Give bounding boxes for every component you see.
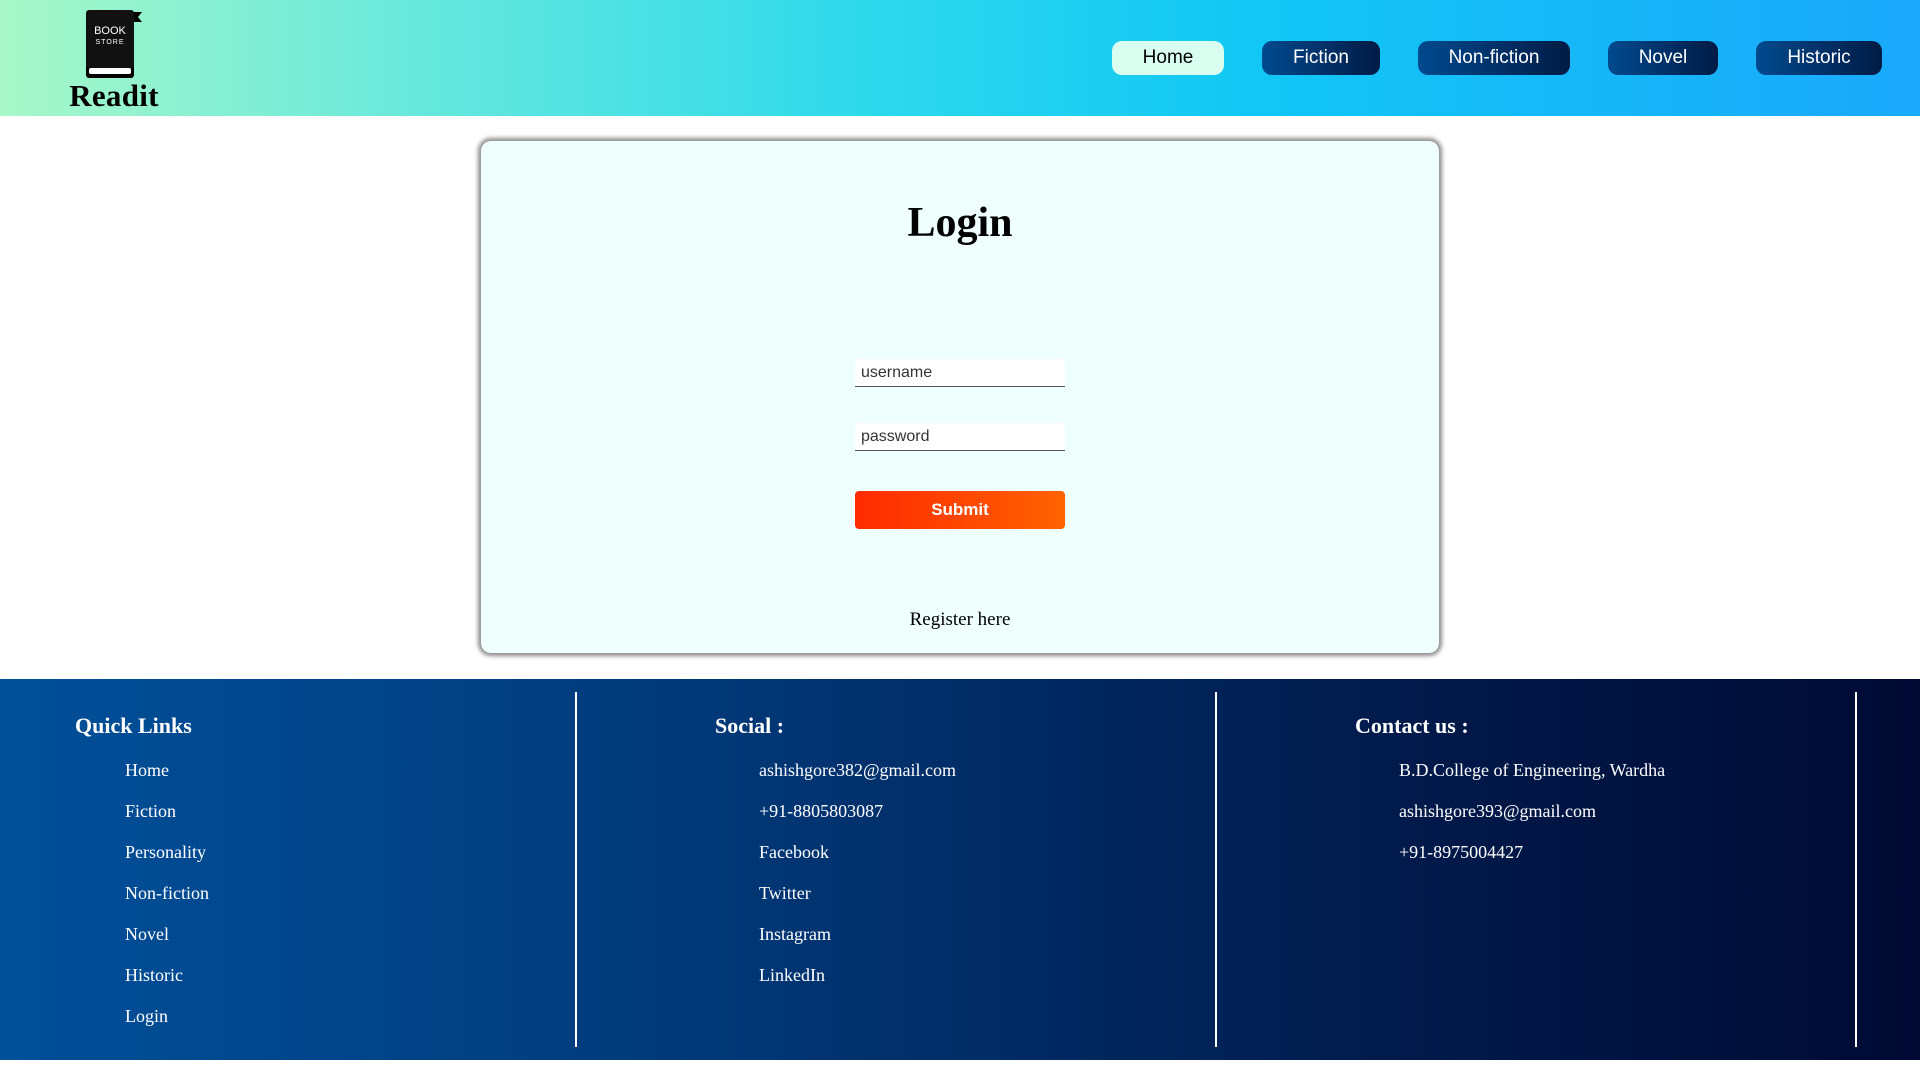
footer-divider xyxy=(1855,692,1857,1047)
site-name: Readit xyxy=(69,78,159,113)
social-twitter[interactable]: Twitter xyxy=(759,883,956,924)
nav-non-fiction[interactable]: Non-fiction xyxy=(1418,41,1570,75)
main-nav: Home Fiction Non-fiction Novel Historic xyxy=(1112,41,1882,75)
login-card: Login Submit Register here xyxy=(481,141,1439,653)
quick-link-personality[interactable]: Personality xyxy=(125,842,209,883)
quick-link-novel[interactable]: Novel xyxy=(125,924,209,965)
nav-novel[interactable]: Novel xyxy=(1608,41,1718,75)
contact-address: B.D.College of Engineering, Wardha xyxy=(1399,760,1666,780)
logo-icon-text-top: BOOK xyxy=(94,25,126,37)
login-title: Login xyxy=(907,200,1013,246)
social-list: ashishgore382@gmail.com +91-8805803087 F… xyxy=(759,760,956,1006)
logo[interactable]: BOOK STORE Readit xyxy=(66,4,162,113)
site-header: BOOK STORE Readit Home Fiction Non-ficti… xyxy=(0,0,1920,116)
quick-link-login[interactable]: Login xyxy=(125,1006,209,1047)
contact-heading: Contact us : xyxy=(1355,713,1469,738)
quick-links-list: Home Fiction Personality Non-fiction Nov… xyxy=(125,760,209,1047)
nav-home[interactable]: Home xyxy=(1112,41,1224,75)
social-facebook[interactable]: Facebook xyxy=(759,842,956,883)
quick-link-historic[interactable]: Historic xyxy=(125,965,209,1006)
social-email[interactable]: ashishgore382@gmail.com xyxy=(759,760,956,801)
username-input[interactable] xyxy=(855,359,1065,387)
contact-email[interactable]: ashishgore393@gmail.com xyxy=(1399,801,1665,842)
book-store-icon: BOOK STORE xyxy=(86,10,142,78)
social-heading: Social : xyxy=(715,713,785,738)
logo-icon-text-bottom: STORE xyxy=(96,39,125,46)
quick-links-heading: Quick Links xyxy=(75,713,192,738)
footer-contact: Contact us : B.D.College of Engineering,… xyxy=(1217,692,1857,1047)
footer-social: Social : ashishgore382@gmail.com +91-880… xyxy=(577,692,1217,1047)
social-instagram[interactable]: Instagram xyxy=(759,924,956,965)
footer-quick-links: Quick Links Home Fiction Personality Non… xyxy=(0,692,577,1047)
quick-link-home[interactable]: Home xyxy=(125,760,209,801)
register-link[interactable]: Register here xyxy=(481,609,1439,631)
contact-list: B.D.College of Engineering, Wardha ashis… xyxy=(1399,760,1665,883)
quick-link-fiction[interactable]: Fiction xyxy=(125,801,209,842)
nav-fiction[interactable]: Fiction xyxy=(1262,41,1380,75)
social-linkedin[interactable]: LinkedIn xyxy=(759,965,956,1006)
submit-button[interactable]: Submit xyxy=(855,491,1065,529)
social-phone[interactable]: +91-8805803087 xyxy=(759,801,956,842)
contact-phone[interactable]: +91-8975004427 xyxy=(1399,842,1665,883)
site-footer: Quick Links Home Fiction Personality Non… xyxy=(0,679,1920,1060)
password-input[interactable] xyxy=(855,423,1065,451)
nav-historic[interactable]: Historic xyxy=(1756,41,1882,75)
quick-link-non-fiction[interactable]: Non-fiction xyxy=(125,883,209,924)
